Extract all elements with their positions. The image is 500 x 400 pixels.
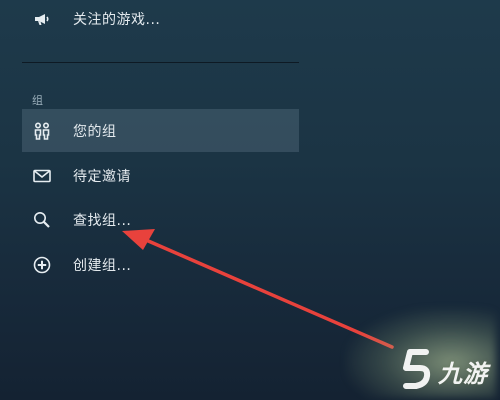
watermark-glow bbox=[346, 308, 496, 398]
menu-item-create-group[interactable]: 创建组... bbox=[22, 243, 299, 286]
watermark: 九游 bbox=[346, 308, 496, 398]
menu-item-pending-invites[interactable]: 待定邀请 bbox=[22, 154, 299, 197]
watermark-logo-icon bbox=[403, 349, 431, 389]
menu-item-label: 您的组 bbox=[73, 123, 117, 140]
menu-item-label: 待定邀请 bbox=[73, 168, 131, 185]
watermark-text: 九游 bbox=[438, 359, 488, 388]
menu-divider bbox=[22, 62, 299, 63]
menu-item-find-groups[interactable]: 查找组... bbox=[22, 198, 299, 241]
menu-item-label: 查找组... bbox=[73, 212, 132, 229]
plus-circle-icon bbox=[32, 255, 52, 275]
menu-item-label: 关注的游戏... bbox=[73, 11, 161, 28]
menu-item-followed-games[interactable]: 关注的游戏... bbox=[22, 0, 299, 40]
menu-item-label: 创建组... bbox=[73, 257, 132, 274]
section-title-groups: 组 bbox=[32, 94, 43, 107]
search-icon bbox=[32, 210, 52, 230]
menu-item-your-groups[interactable]: 您的组 bbox=[22, 109, 299, 152]
megaphone-icon bbox=[32, 9, 52, 29]
group-icon bbox=[32, 121, 52, 141]
envelope-icon bbox=[32, 166, 52, 186]
